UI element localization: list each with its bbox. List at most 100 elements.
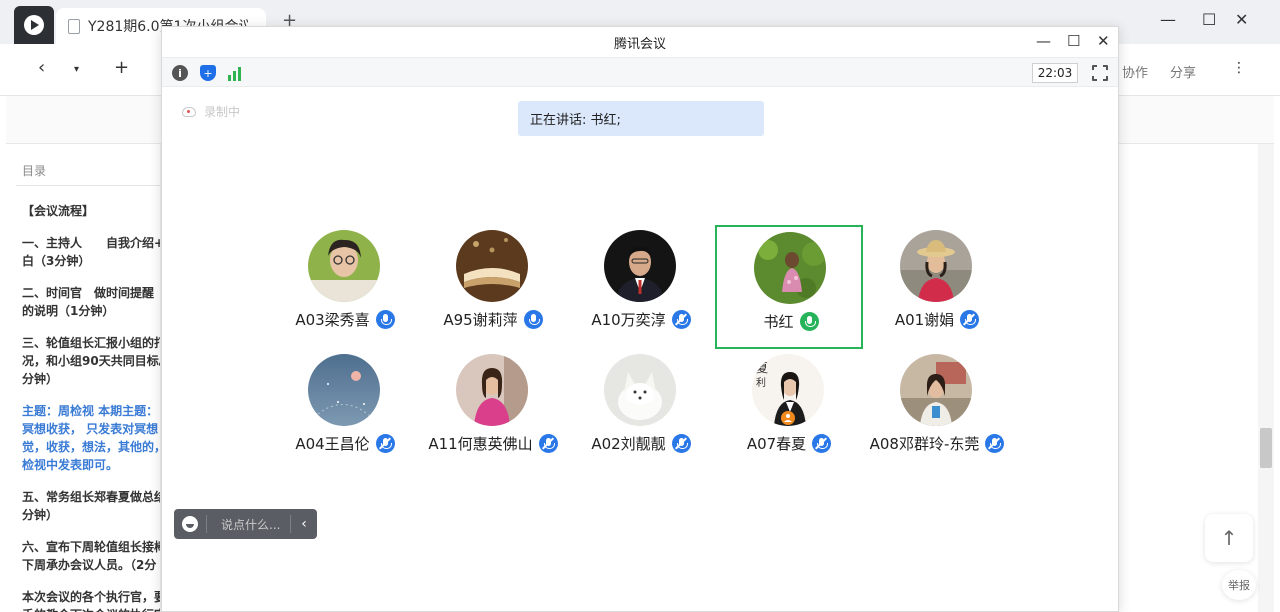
toc-label[interactable]: 目录 — [22, 162, 46, 179]
document-line: 【会议流程】 — [22, 204, 95, 218]
document-line: 下周承办会议人员。（2分 — [22, 558, 157, 572]
document-pane: 目录 【会议流程】 一、主持人 自我介绍+ 白（3分钟） 二、时间官 做时间提醒 的说… — [6, 144, 161, 612]
participant-tile[interactable]: A08邓群玲-东莞 — [863, 349, 1011, 473]
participant-tile[interactable]: A95谢莉萍 — [419, 225, 567, 349]
participant-name: A08邓群玲-东莞 — [869, 435, 980, 453]
document-line: 一、主持人 自我介绍+ — [22, 236, 161, 250]
collaborate-button[interactable]: 协作 — [1122, 62, 1148, 81]
back-icon[interactable]: ‹ — [38, 57, 45, 78]
participant-tile[interactable]: 夏利 A07春夏 — [715, 349, 863, 473]
security-shield-icon[interactable]: + — [200, 65, 216, 81]
maximize-icon[interactable]: ☐ — [1202, 10, 1216, 29]
avatar — [900, 230, 972, 302]
participant-name: A01谢娟 — [894, 311, 955, 329]
mic-muted-icon — [375, 434, 395, 453]
avatar — [308, 354, 380, 426]
chat-bar: 说点什么... ‹ — [174, 509, 317, 539]
browser-logo-icon[interactable] — [14, 6, 54, 44]
minimize-icon[interactable]: — — [1160, 10, 1176, 29]
participant-label: A08邓群玲-东莞 — [863, 433, 1011, 454]
document-line: 检视中发表即可。 — [22, 458, 119, 472]
meeting-titlebar: 腾讯会议 — ☐ ✕ — [162, 27, 1118, 57]
meeting-close-icon[interactable]: ✕ — [1097, 32, 1110, 50]
document-icon — [68, 18, 80, 34]
participant-label: A04王昌伦 — [271, 433, 419, 454]
participant-name: A02刘靓靓 — [591, 435, 666, 453]
report-button[interactable]: 举报 — [1222, 570, 1256, 600]
network-signal-icon[interactable] — [228, 65, 244, 81]
participant-label: 书红 — [717, 311, 865, 332]
avatar — [900, 354, 972, 426]
participant-name: A95谢莉萍 — [443, 311, 518, 329]
participant-name: A04王昌伦 — [295, 435, 370, 453]
participant-tile[interactable]: A04王昌伦 — [271, 349, 419, 473]
participant-label: A01谢娟 — [863, 309, 1011, 330]
document-line: 分钟） — [22, 372, 59, 386]
participant-label: A03梁秀喜 — [271, 309, 419, 330]
microphone-icon — [523, 310, 543, 329]
close-icon[interactable]: ✕ — [1235, 10, 1248, 29]
participant-label: A10万奕淳 — [567, 309, 715, 330]
participant-tile[interactable]: A10万奕淳 — [567, 225, 715, 349]
add-icon[interactable]: + — [114, 57, 129, 78]
document-line: 觉，收获，想法，其他的， — [22, 440, 161, 454]
participant-label: A95谢莉萍 — [419, 309, 567, 330]
recording-label: 录制中 — [204, 105, 241, 119]
participant-name: A10万奕淳 — [591, 311, 666, 329]
info-icon[interactable]: i — [172, 65, 188, 81]
document-line: 本次会议的各个执行官，要 — [22, 590, 161, 604]
history-dropdown-icon[interactable]: ▾ — [74, 64, 79, 75]
participant-tile[interactable]: 书红 — [715, 225, 863, 349]
cloud-record-icon — [182, 106, 196, 117]
participant-tile[interactable]: A02刘靓靓 — [567, 349, 715, 473]
more-icon[interactable]: ⋮ — [1232, 60, 1246, 76]
meeting-maximize-icon[interactable]: ☐ — [1067, 32, 1080, 50]
document-line: 三、轮值组长汇报小组的打 — [22, 336, 161, 350]
chat-input[interactable]: 说点什么... — [207, 516, 290, 533]
avatar — [456, 230, 528, 302]
mic-muted-icon — [538, 434, 558, 453]
scrollbar[interactable] — [1258, 144, 1274, 612]
participant-tile[interactable]: A01谢娟 — [863, 225, 1011, 349]
avatar — [604, 230, 676, 302]
meeting-window: 腾讯会议 — ☐ ✕ i + 22:03 录制中 正在讲话: 书红; A03梁秀… — [161, 26, 1119, 612]
avatar — [308, 230, 380, 302]
participant-name: A07春夏 — [746, 435, 807, 453]
document-line: 况，和小组90天共同目标。 — [22, 354, 161, 368]
mic-muted-icon — [812, 434, 832, 453]
meeting-info-bar: i + 22:03 — [162, 57, 1118, 87]
participant-name: A03梁秀喜 — [295, 311, 370, 329]
fullscreen-icon[interactable] — [1091, 64, 1109, 82]
share-button[interactable]: 分享 — [1170, 62, 1196, 81]
participant-label: A11何惠英佛山 — [419, 433, 567, 454]
meeting-title: 腾讯会议 — [613, 37, 666, 52]
participant-label: A07春夏 — [715, 433, 863, 454]
microphone-icon — [799, 312, 819, 331]
document-line: 二、时间官 做时间提醒 — [22, 286, 155, 300]
scrollbar-thumb[interactable] — [1260, 428, 1272, 468]
document-line: 手的教会下次会议的执行官 — [22, 606, 160, 612]
avatar — [754, 232, 826, 304]
meeting-minimize-icon[interactable]: — — [1036, 32, 1051, 50]
document-line: 主题：周检视 本期主题： — [22, 404, 159, 418]
document-line: 冥想收获， 只发表对冥想 — [22, 422, 159, 436]
avatar — [456, 354, 528, 426]
emoji-icon[interactable] — [174, 509, 206, 539]
document-line: 五、常务组长郑春夏做总结 — [22, 490, 161, 504]
meeting-timer: 22:03 — [1032, 63, 1078, 83]
mic-muted-icon — [960, 310, 980, 329]
scroll-to-top-button[interactable]: ↑ — [1205, 514, 1253, 562]
document-line: 白（3分钟） — [22, 254, 91, 268]
participant-name: A11何惠英佛山 — [428, 435, 533, 453]
participant-tile[interactable]: A11何惠英佛山 — [419, 349, 567, 473]
collapse-chevron-icon[interactable]: ‹ — [291, 509, 317, 539]
mic-muted-icon — [671, 310, 691, 329]
participant-tile[interactable]: A03梁秀喜 — [271, 225, 419, 349]
speaking-label: 正在讲话: 书红; — [530, 113, 621, 128]
